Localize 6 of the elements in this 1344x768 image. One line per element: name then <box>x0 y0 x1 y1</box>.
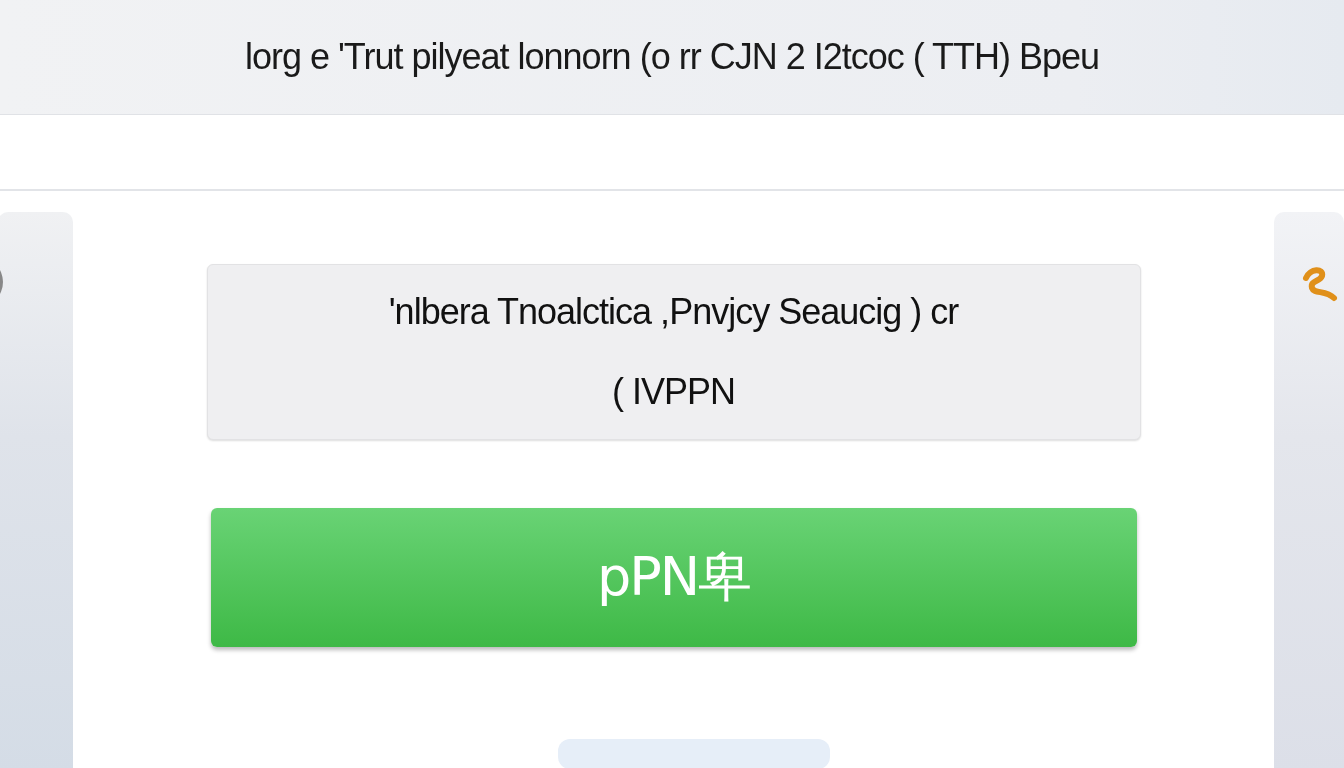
card-text: ( IVPPN <box>612 371 735 413</box>
swirl-icon <box>1300 264 1340 304</box>
card-text: 'nlbera Tnoalctica ,Pnvjcy Seaucig ) cr <box>388 291 959 333</box>
page-title: lorg e 'Trut pilyeat lonnorn (o rr CJN 2 I2tcoc ( TTH) Bpeu <box>244 36 1100 78</box>
connect-button[interactable]: pPN卑 <box>210 508 1137 647</box>
secondary-button[interactable] <box>557 739 830 768</box>
